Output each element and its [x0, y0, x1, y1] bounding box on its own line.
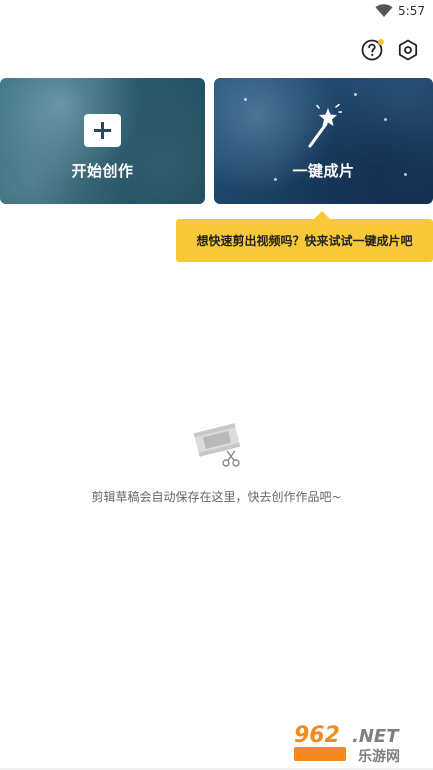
sparkle-decoration [384, 118, 387, 121]
tooltip-arrow [314, 211, 330, 219]
film-scissors-icon [193, 423, 241, 467]
tooltip-text: 想快速剪出视频吗？快来试试一键成片吧 [196, 234, 413, 248]
status-time: 5:57 [398, 4, 425, 18]
magic-wand-icon [308, 104, 342, 148]
notification-dot [378, 39, 384, 45]
one-click-video-label: 一键成片 [292, 162, 355, 180]
one-click-video-card[interactable]: 一键成片 [214, 78, 433, 204]
start-create-card[interactable]: 开始创作 [0, 78, 205, 204]
svg-text:乐游网: 乐游网 [358, 748, 400, 765]
settings-icon[interactable] [396, 38, 420, 62]
start-create-label: 开始创作 [71, 162, 134, 180]
status-bar: 5:57 [0, 0, 433, 24]
screen: 5:57 开始创作 一键成片 想快速剪出视频吗？快来试试一键成片吧 剪辑草稿会自… [0, 0, 433, 770]
sparkle-decoration [244, 98, 247, 101]
svg-text:.NET: .NET [352, 726, 400, 747]
sparkle-decoration [354, 93, 357, 96]
site-watermark-logo: 962 .NET 乐游网 [294, 723, 400, 765]
svg-text:962: 962 [294, 723, 340, 748]
empty-drafts-message: 剪辑草稿会自动保存在这里，快去创作作品吧~ [91, 490, 342, 504]
one-click-tooltip[interactable]: 想快速剪出视频吗？快来试试一键成片吧 [176, 219, 433, 262]
plus-icon [84, 114, 121, 147]
wifi-icon [375, 4, 393, 17]
